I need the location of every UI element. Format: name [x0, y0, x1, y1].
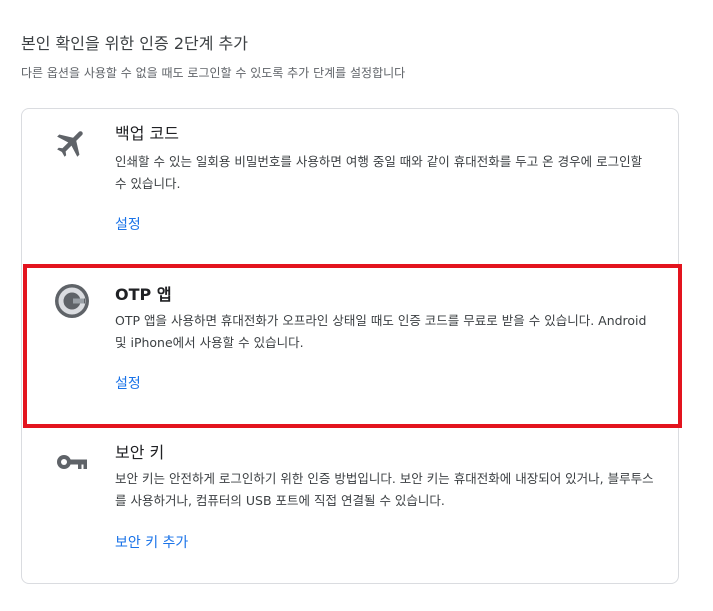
key-icon — [57, 455, 87, 469]
option-otp-app: OTP 앱 OTP 앱을 사용하면 휴대전화가 오프라인 상태일 때도 인증 코… — [22, 265, 678, 429]
security-key-add-link[interactable]: 보안 키 추가 — [115, 533, 188, 553]
option-backup-codes: 백업 코드 인쇄할 수 있는 일회용 비밀번호를 사용하면 여행 중일 때와 같… — [22, 109, 678, 264]
page-subtitle: 다른 옵션을 사용할 수 없을 때도 로그인할 수 있도록 추가 단계를 설정합… — [21, 66, 406, 80]
backup-codes-description: 인쇄할 수 있는 일회용 비밀번호를 사용하면 여행 중일 때와 같이 휴대전화… — [115, 154, 643, 191]
page-title: 본인 확인을 위한 인증 2단계 추가 — [21, 34, 248, 53]
security-key-title: 보안 키 — [115, 443, 165, 462]
otp-app-setup-link[interactable]: 설정 — [115, 374, 141, 394]
otp-app-title: OTP 앱 — [115, 285, 172, 304]
backup-codes-setup-link[interactable]: 설정 — [115, 215, 141, 235]
security-key-description: 보안 키는 안전하게 로그인하기 위한 인증 방법입니다. 보안 키는 휴대전화… — [115, 471, 654, 508]
google-authenticator-icon — [55, 284, 89, 318]
options-card: 백업 코드 인쇄할 수 있는 일회용 비밀번호를 사용하면 여행 중일 때와 같… — [21, 108, 679, 584]
otp-app-description: OTP 앱을 사용하면 휴대전화가 오프라인 상태일 때도 인증 코드를 무료로… — [115, 313, 647, 350]
airplane-icon — [57, 131, 83, 157]
backup-codes-title: 백업 코드 — [115, 124, 179, 143]
option-security-key: 보안 키 보안 키는 안전하게 로그인하기 위한 인증 방법입니다. 보안 키는… — [22, 430, 678, 584]
